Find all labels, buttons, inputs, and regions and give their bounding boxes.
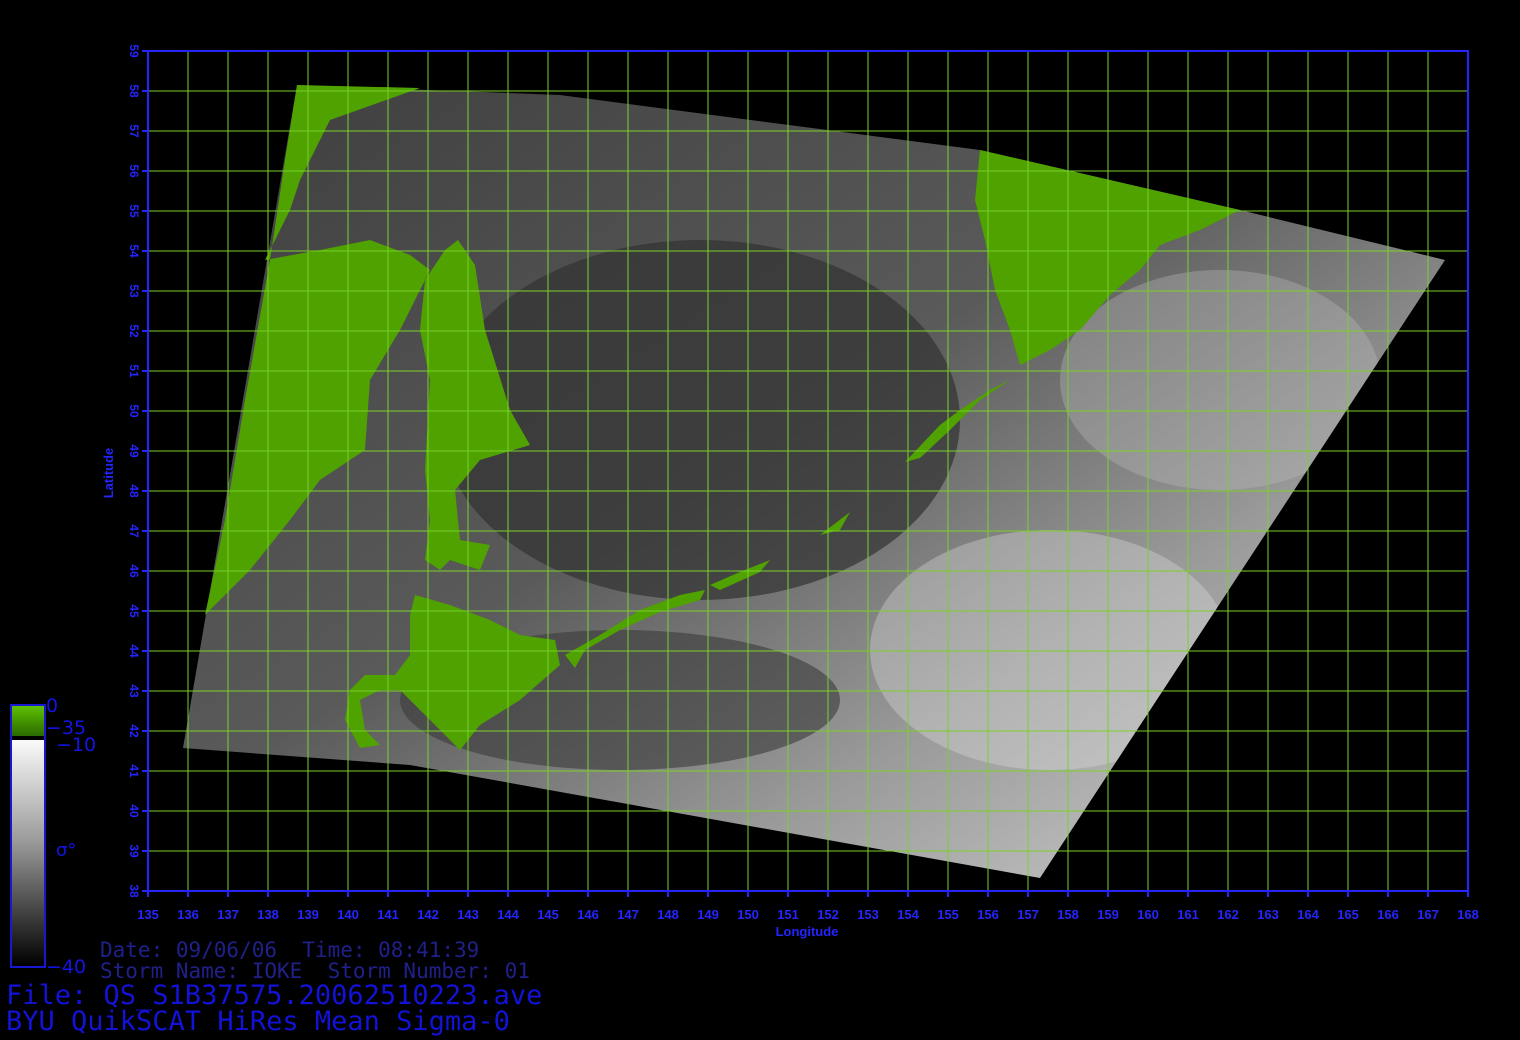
lat-tick-label: 51 <box>127 364 141 378</box>
lon-tick-label: 140 <box>337 907 359 922</box>
lon-tick-labels: 135 136 137 138 139 140 141 142 143 144 145 146 147 1… <box>137 891 1479 922</box>
lon-tick-label: 154 <box>897 907 919 922</box>
colorbar-label-minus40: −40 <box>46 956 87 978</box>
lon-tick-label: 147 <box>617 907 639 922</box>
lat-tick-label: 59 <box>127 44 141 58</box>
lat-tick-label: 39 <box>127 844 141 858</box>
lon-tick-label: 164 <box>1297 907 1319 922</box>
lon-tick-label: 161 <box>1177 907 1199 922</box>
lon-tick-label: 158 <box>1057 907 1079 922</box>
colorbar-sigma-symbol: σ° <box>56 840 77 861</box>
lon-tick-label: 138 <box>257 907 279 922</box>
lon-tick-label: 168 <box>1457 907 1479 922</box>
lat-tick-label: 46 <box>127 564 141 578</box>
lon-tick-label: 139 <box>297 907 319 922</box>
lon-tick-label: 149 <box>697 907 719 922</box>
x-axis-label: Longitude <box>776 924 839 939</box>
lon-tick-label: 159 <box>1097 907 1119 922</box>
lat-tick-label: 49 <box>127 444 141 458</box>
lat-tick-label: 47 <box>127 524 141 538</box>
colorbar-land-segment <box>12 706 44 736</box>
radar-swath <box>183 85 1445 878</box>
lat-tick-label: 42 <box>127 724 141 738</box>
lon-tick-label: 167 <box>1417 907 1439 922</box>
lat-tick-label: 44 <box>127 644 141 658</box>
colorbar-label-0: 0 <box>46 695 59 717</box>
lat-tick-label: 48 <box>127 484 141 498</box>
lat-tick-label: 40 <box>127 804 141 818</box>
lon-tick-label: 157 <box>1017 907 1039 922</box>
lon-tick-label: 137 <box>217 907 239 922</box>
y-axis-label: Latitude <box>101 448 116 499</box>
lon-tick-label: 163 <box>1257 907 1279 922</box>
lat-tick-label: 53 <box>127 284 141 298</box>
lon-tick-label: 160 <box>1137 907 1159 922</box>
lat-tick-label: 54 <box>127 244 141 258</box>
lon-tick-label: 153 <box>857 907 879 922</box>
info-product: BYU QuikSCAT HiRes Mean Sigma-0 <box>6 1006 510 1037</box>
lat-tick-label: 41 <box>127 764 141 778</box>
lat-tick-label: 43 <box>127 684 141 698</box>
lat-tick-label: 50 <box>127 404 141 418</box>
lat-tick-label: 57 <box>127 124 141 138</box>
colorbar-sigma-segment <box>12 740 44 966</box>
lon-tick-label: 156 <box>977 907 999 922</box>
colorbar-label-minus10: −10 <box>56 734 97 756</box>
lon-tick-label: 135 <box>137 907 159 922</box>
lon-tick-label: 148 <box>657 907 679 922</box>
lon-tick-label: 162 <box>1217 907 1239 922</box>
lon-tick-label: 166 <box>1377 907 1399 922</box>
colorbar <box>10 704 46 968</box>
lon-tick-label: 152 <box>817 907 839 922</box>
lon-tick-label: 136 <box>177 907 199 922</box>
lon-tick-label: 146 <box>577 907 599 922</box>
lat-tick-label: 45 <box>127 604 141 618</box>
map-figure: 135 136 137 138 139 140 141 142 143 144 145 146 147 1… <box>101 44 1479 939</box>
lon-tick-label: 151 <box>777 907 799 922</box>
lon-tick-label: 145 <box>537 907 559 922</box>
lon-tick-label: 143 <box>457 907 479 922</box>
lat-tick-label: 52 <box>127 324 141 338</box>
lon-tick-label: 150 <box>737 907 759 922</box>
lon-tick-label: 144 <box>497 907 519 922</box>
lon-tick-label: 155 <box>937 907 959 922</box>
lon-tick-label: 142 <box>417 907 439 922</box>
lon-tick-label: 165 <box>1337 907 1359 922</box>
lon-tick-label: 141 <box>377 907 399 922</box>
lat-tick-labels: 38 39 40 41 42 43 44 45 46 47 48 49 50 51 52 53 54 55 56 57… <box>127 44 148 898</box>
lat-tick-label: 58 <box>127 84 141 98</box>
lat-tick-label: 56 <box>127 164 141 178</box>
lat-tick-label: 38 <box>127 884 141 898</box>
lat-tick-label: 55 <box>127 204 141 218</box>
